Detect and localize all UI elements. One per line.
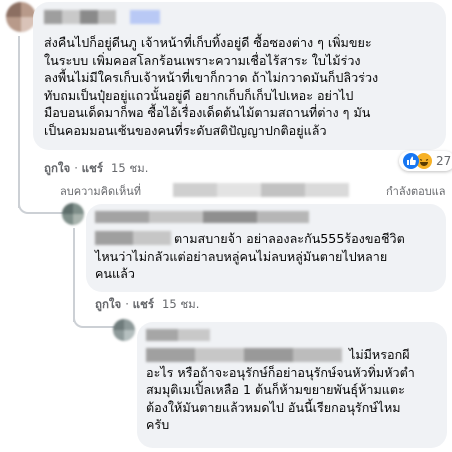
reply-text: ตามสบายจ้า อย่าลองละกัน555ร้องขอชีวิต ไห… bbox=[95, 230, 443, 283]
comment-line: ต้องให้มันตายแล้วหมดไป อันนี้เรียกอนุรัก… bbox=[146, 399, 401, 415]
comment-line: อะไร หรือถ้าจะอนุรักษ์ก็อย่าอนุรักษ์จนหั… bbox=[146, 364, 415, 380]
comment-actions: ถูกใจ · แชร์ 15 ชม. bbox=[44, 161, 149, 175]
comment-line: มือบอนเด็ดมาก็พอ ซื้อไอ้เรื่องเด็ดต้นไม้… bbox=[44, 105, 371, 121]
timestamp[interactable]: 15 ชม. bbox=[162, 297, 199, 311]
share-button[interactable]: แชร์ bbox=[82, 161, 103, 175]
reply-text: ไม่มีหรอกผี อะไร หรือถ้าจะอนุรักษ์ก็อย่า… bbox=[146, 346, 444, 434]
reaction-count: 27 bbox=[436, 154, 452, 168]
author-name-redacted[interactable] bbox=[95, 211, 309, 223]
avatar[interactable] bbox=[6, 2, 36, 32]
replying-indicator: กำลังตอบแล bbox=[386, 185, 446, 198]
like-reaction-icon bbox=[403, 153, 419, 169]
author-name-redacted[interactable] bbox=[44, 10, 116, 24]
author-name-redacted[interactable] bbox=[146, 329, 210, 341]
like-button[interactable]: ถูกใจ bbox=[44, 161, 70, 175]
comment-line: ทับถมเป็นปุ๋ยอยู่แถวนั้นอยู่ดี อยากเก็บก… bbox=[44, 87, 354, 103]
deleted-comment-notice: ลบความคิดเห็นที่ กำลังตอบแล bbox=[60, 182, 448, 198]
comment-line: ไม่มีหรอกผี bbox=[349, 347, 410, 362]
comment-line: เป็นคอมมอนเซ้นของคนที่ระดับสติปัญญาปกติอ… bbox=[44, 122, 327, 138]
comment-text: ส่งคืนไปก็อยู่ดีนภู เจ้าหน้าที่เก็บทิ้งอ… bbox=[44, 34, 442, 140]
comment-line: ครับ bbox=[146, 417, 170, 433]
thread-curve-elbow bbox=[18, 194, 64, 214]
comment-line: คนแล้ว bbox=[95, 266, 135, 282]
deleted-notice-redacted bbox=[173, 183, 349, 197]
reaction-summary[interactable]: 27 bbox=[399, 151, 452, 171]
deleted-notice-text: ลบความคิดเห็นที่ bbox=[60, 185, 141, 198]
thread-line bbox=[73, 228, 75, 322]
comment-line: ไหนว่าไม่กลัวแต่อย่าลบหลู่คนไม่ลบหลู่มัน… bbox=[95, 248, 388, 264]
avatar[interactable] bbox=[113, 319, 135, 341]
comment-line: ในระบบ เพิ่มคอสโลกร้อนเพราะความเชื่อไร้ส… bbox=[44, 52, 361, 68]
like-button[interactable]: ถูกใจ bbox=[95, 297, 121, 311]
comment-line: ส่งคืนไปก็อยู่ดีนภู เจ้าหน้าที่เก็บทิ้งอ… bbox=[44, 35, 372, 50]
comment-line: ลงพื้นไม่มีใครเก็บเจ้าหน้าที่เขาก็กวาด ถ… bbox=[44, 70, 379, 86]
comment-line: สมมุติเมเปิ้ลเหลือ 1 ต้นก็ห้ามขยายพันธุ์… bbox=[146, 382, 405, 398]
thread-curve-elbow bbox=[73, 310, 115, 328]
timestamp[interactable]: 15 ชม. bbox=[111, 161, 148, 175]
share-button[interactable]: แชร์ bbox=[133, 297, 154, 311]
avatar[interactable] bbox=[62, 203, 84, 225]
thread-line bbox=[18, 36, 20, 192]
author-badge-redacted bbox=[130, 10, 160, 24]
comment-line: ตามสบายจ้า อย่าลองละกัน555ร้องขอชีวิต bbox=[174, 231, 405, 246]
